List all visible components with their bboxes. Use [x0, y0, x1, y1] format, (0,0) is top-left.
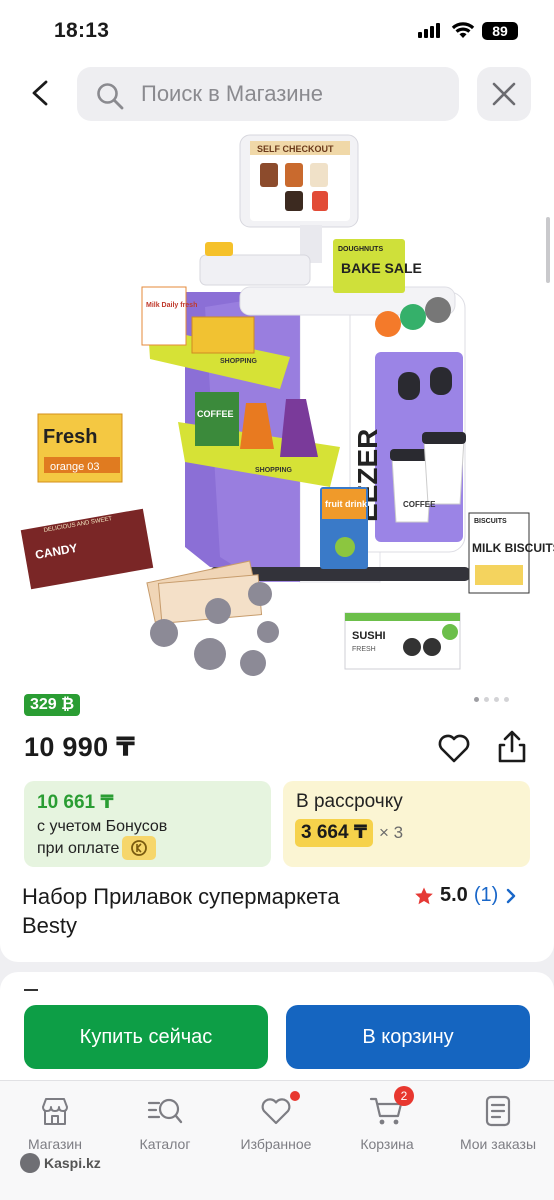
- gallery-pagination: [474, 697, 509, 702]
- status-bar: 18:13 89: [0, 0, 554, 62]
- shopping-label: SHOPPING: [220, 358, 258, 365]
- share-button[interactable]: [494, 728, 530, 766]
- tab-label: Магазин: [27, 1136, 82, 1152]
- chevron-left-icon: [32, 80, 48, 106]
- product-image: EEZER COFFEE SELF CHECKOUT DOUGHNUTS BAK…: [20, 134, 554, 676]
- purchase-actions: Купить сейчас В корзину: [0, 972, 554, 1092]
- heart-outline-icon: [438, 734, 470, 763]
- bonus-price-value: 10 661 ₸: [37, 792, 114, 813]
- installment-multiplier: × 3: [379, 823, 404, 842]
- cup-label: COFFEE: [403, 500, 436, 509]
- pagination-dot: [494, 697, 499, 702]
- tab-label: Каталог: [139, 1136, 191, 1152]
- screen-label: SELF CHECKOUT: [257, 144, 334, 154]
- kaspi-logo-icon: [20, 1153, 40, 1173]
- tab-label: Избранное: [240, 1136, 312, 1152]
- catalog-search-icon: [147, 1098, 183, 1124]
- tab-label: Корзина: [360, 1136, 414, 1152]
- product-rating[interactable]: 5.0 (1): [414, 884, 518, 907]
- coffee-box-label: COFFEE: [197, 409, 234, 419]
- search-icon: [97, 83, 124, 110]
- fruit-drink-label: fruit drink: [325, 499, 368, 509]
- kaspi-brand: Kaspi.kz: [20, 1153, 101, 1173]
- fresh-label: Fresh: [43, 426, 97, 448]
- notification-dot: [290, 1091, 300, 1101]
- kaspi-gold-icon: [122, 836, 156, 860]
- cellular-signal-icon: [418, 23, 440, 38]
- search-bar[interactable]: [77, 67, 459, 121]
- back-button[interactable]: [22, 74, 60, 112]
- installment-amount: 3 664 ₸: [295, 819, 374, 847]
- buy-now-button[interactable]: Купить сейчас: [24, 1005, 268, 1069]
- cart-count-badge: 2: [394, 1086, 414, 1106]
- wifi-icon: [451, 22, 475, 38]
- share-icon: [498, 730, 526, 763]
- chevron-right-icon: [507, 888, 516, 903]
- bonus-price-card[interactable]: 10 661 ₸ с учетом Бонусов при оплате: [24, 781, 271, 867]
- product-price: 10 990 ₸: [24, 732, 136, 762]
- bonus-badge: 329 ₿: [24, 694, 81, 716]
- milk-label: Milk Daily fresh: [146, 302, 197, 309]
- shop-icon: [42, 1098, 68, 1125]
- page-scrollbar[interactable]: [546, 217, 550, 283]
- bonus-price-caption: с учетом Бонусов: [37, 818, 168, 835]
- tab-favorites[interactable]: Избранное: [221, 1091, 331, 1152]
- sushi-sub-label: FRESH: [352, 646, 376, 653]
- tab-catalog[interactable]: Каталог: [110, 1093, 220, 1152]
- product-title: Набор Прилавок супермаркета Besty: [22, 884, 340, 938]
- product-info-card: 329 ₿ 10 990 ₸ 10 661 ₸ с учетом Бонусов…: [0, 682, 554, 962]
- installment-card[interactable]: В рассрочку 3 664 ₸ × 3: [283, 781, 530, 867]
- bake-sale-label: BAKE SALE: [341, 260, 422, 276]
- orders-icon: [485, 1095, 511, 1127]
- pagination-dot: [474, 697, 479, 702]
- product-image-gallery[interactable]: EEZER COFFEE SELF CHECKOUT DOUGHNUTS BAK…: [0, 127, 554, 682]
- installment-title: В рассрочку: [296, 791, 403, 812]
- divider: [24, 989, 38, 991]
- doughnuts-label: DOUGHNUTS: [338, 246, 383, 253]
- tab-label: Мои заказы: [459, 1136, 537, 1152]
- close-button[interactable]: [477, 67, 531, 121]
- biscuits-label: MILK BISCUITS: [472, 541, 554, 555]
- pagination-dot: [504, 697, 509, 702]
- brand-label: Kaspi.kz: [44, 1155, 101, 1171]
- reviews-count[interactable]: (1): [474, 884, 498, 907]
- bottom-tab-bar: Магазин Каталог Избранное 2 Корзина Мои …: [0, 1080, 554, 1200]
- add-to-cart-button[interactable]: В корзину: [286, 1005, 530, 1069]
- sushi-label: SUSHI: [352, 630, 386, 642]
- star-icon: [415, 887, 433, 904]
- shopping-label-2: SHOPPING: [255, 467, 293, 474]
- rating-score: 5.0: [440, 884, 468, 906]
- pagination-dot: [484, 697, 489, 702]
- add-to-favorites-button[interactable]: [436, 730, 472, 766]
- heart-icon: [261, 1098, 291, 1125]
- battery-indicator: 89: [482, 22, 518, 40]
- bonus-payment-caption: при оплате: [37, 840, 120, 857]
- biscuits-tag-label: BISCUITS: [474, 518, 507, 525]
- search-input[interactable]: [141, 79, 441, 109]
- top-bar: [0, 62, 554, 127]
- close-icon: [492, 82, 516, 106]
- tab-orders[interactable]: Мои заказы: [443, 1093, 553, 1152]
- tab-shop[interactable]: Магазин: [0, 1093, 110, 1152]
- fresh-sub-label: orange 03: [50, 461, 100, 473]
- status-time: 18:13: [54, 19, 110, 42]
- tab-cart[interactable]: 2 Корзина: [332, 1086, 442, 1152]
